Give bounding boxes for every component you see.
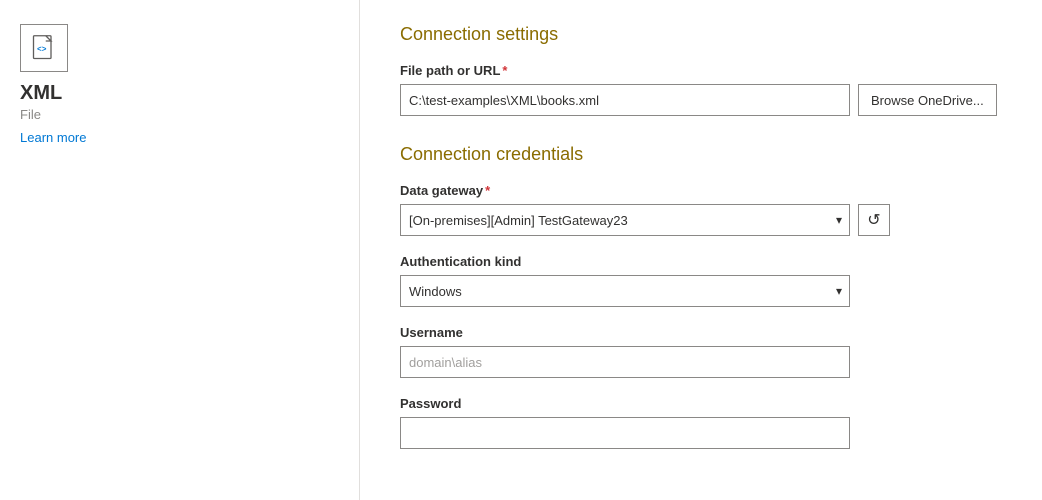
data-gateway-select-wrapper: [On-premises][Admin] TestGateway23 ▾ — [400, 204, 850, 236]
xml-file-icon: <> — [20, 24, 68, 72]
svg-text:<>: <> — [37, 46, 47, 55]
auth-kind-group: Authentication kind Windows Basic Anonym… — [400, 254, 1002, 307]
file-path-input[interactable] — [400, 84, 850, 116]
sidebar-subtitle: File — [20, 107, 41, 122]
data-gateway-refresh-button[interactable]: ↺ — [858, 204, 890, 236]
username-group: Username — [400, 325, 1002, 378]
file-path-group: File path or URL* Browse OneDrive... — [400, 63, 1002, 116]
connection-settings-title: Connection settings — [400, 24, 1002, 45]
browse-onedrive-button[interactable]: Browse OneDrive... — [858, 84, 997, 116]
auth-kind-select[interactable]: Windows Basic Anonymous — [400, 275, 850, 307]
data-gateway-select[interactable]: [On-premises][Admin] TestGateway23 — [400, 204, 850, 236]
auth-kind-select-wrapper: Windows Basic Anonymous ▾ — [400, 275, 850, 307]
sidebar-title: XML — [20, 82, 62, 105]
username-label: Username — [400, 325, 1002, 340]
username-input[interactable] — [400, 346, 850, 378]
password-input[interactable] — [400, 417, 850, 449]
data-gateway-row: [On-premises][Admin] TestGateway23 ▾ ↺ — [400, 204, 1002, 236]
file-path-row: Browse OneDrive... — [400, 84, 1002, 116]
learn-more-link[interactable]: Learn more — [20, 130, 86, 145]
sidebar: <> XML File Learn more — [0, 0, 360, 500]
data-gateway-label: Data gateway* — [400, 183, 1002, 198]
password-label: Password — [400, 396, 1002, 411]
file-path-label: File path or URL* — [400, 63, 1002, 78]
auth-kind-label: Authentication kind — [400, 254, 1002, 269]
data-gateway-group: Data gateway* [On-premises][Admin] TestG… — [400, 183, 1002, 236]
password-group: Password — [400, 396, 1002, 449]
connection-credentials-title: Connection credentials — [400, 144, 1002, 165]
refresh-icon: ↺ — [867, 210, 880, 230]
connection-credentials-section: Connection credentials Data gateway* [On… — [400, 144, 1002, 449]
main-content: Connection settings File path or URL* Br… — [360, 0, 1042, 500]
